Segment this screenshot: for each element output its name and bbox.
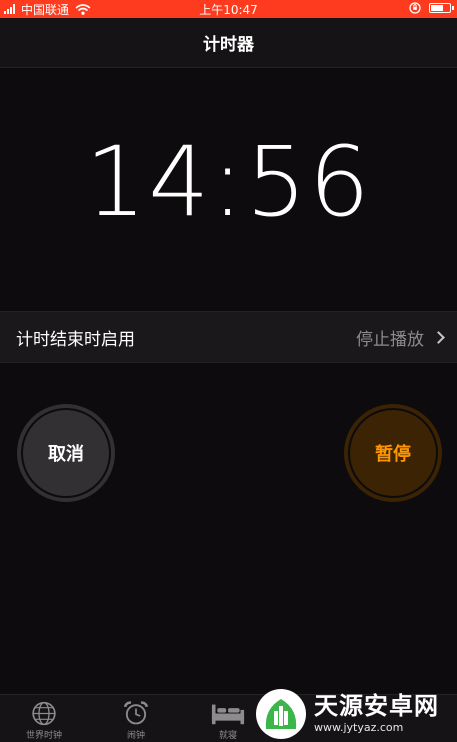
bed-icon (211, 704, 245, 725)
tab-world-clock[interactable]: 世界时钟 (24, 701, 64, 741)
battery-icon (429, 3, 454, 13)
watermark-logo-icon (256, 689, 306, 739)
watermark-url: www.jytyaz.com (314, 721, 404, 734)
cancel-button[interactable]: 取消 (17, 404, 115, 502)
tab-bedtime[interactable]: 就寝 (208, 701, 248, 741)
alarm-clock-icon (123, 701, 149, 725)
signal-icon (4, 4, 15, 14)
watermark-brand: 天源安卓网 (314, 692, 439, 720)
orientation-lock-icon (409, 2, 421, 14)
tab-alarm[interactable]: 闹钟 (116, 701, 156, 741)
end-action-value: 停止播放 (356, 329, 424, 350)
pause-button-label: 暂停 (375, 444, 411, 465)
tab-label-alarm: 闹钟 (126, 731, 145, 741)
nav-bar: 计时器 (0, 18, 457, 68)
pause-button[interactable]: 暂停 (344, 404, 442, 502)
page-title: 计时器 (203, 35, 254, 55)
status-right (409, 2, 454, 14)
watermark: 天源安卓网 www.jytyaz.com (256, 686, 457, 742)
timer-end-action-row[interactable]: 计时结束时启用 停止播放 (0, 311, 457, 363)
chevron-right-icon (432, 330, 445, 344)
wifi-icon (75, 3, 91, 15)
globe-icon (32, 701, 56, 726)
tab-label-bedtime: 就寝 (218, 731, 237, 741)
tab-label-world-clock: 世界时钟 (25, 731, 62, 741)
carrier-label: 中国联通 (21, 2, 70, 17)
timer-countdown: 14:56 (85, 126, 372, 238)
status-bar: 中国联通 上午10:47 (0, 0, 457, 18)
watermark-text: 天源安卓网 www.jytyaz.com (314, 694, 439, 734)
end-action-label: 计时结束时启用 (16, 329, 135, 350)
cancel-button-label: 取消 (48, 444, 84, 465)
status-left: 中国联通 (0, 1, 91, 18)
